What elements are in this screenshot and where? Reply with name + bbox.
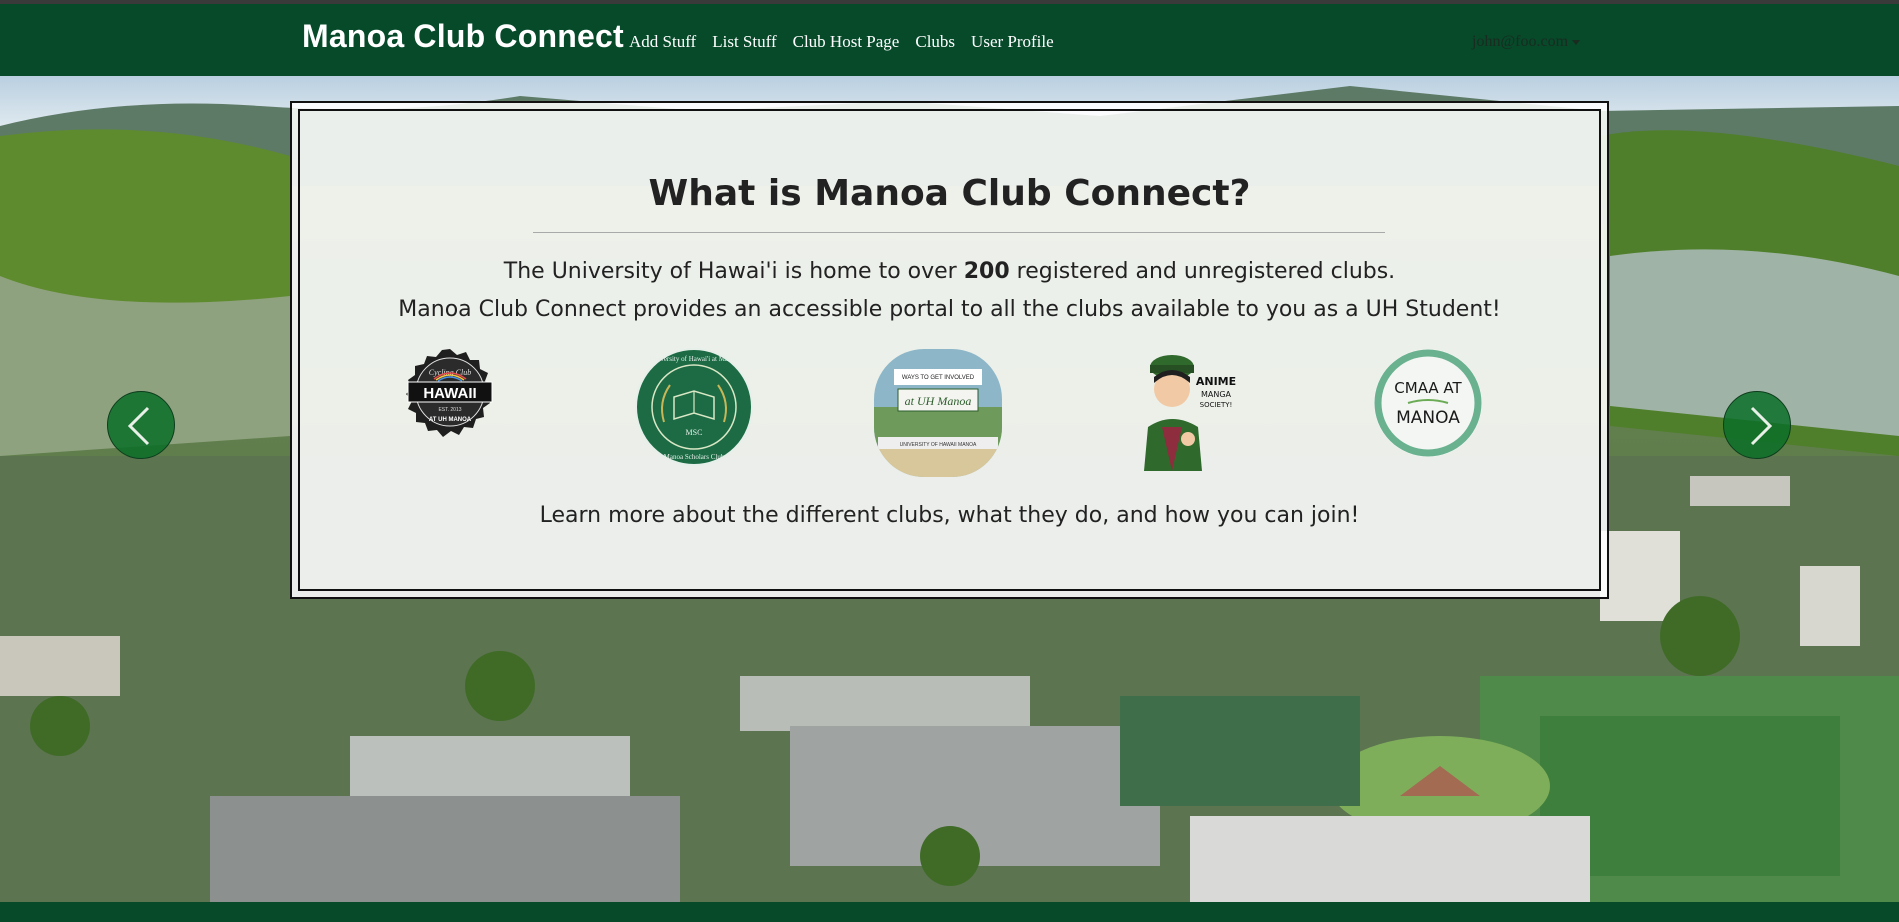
carousel-next-button[interactable]	[1723, 391, 1791, 459]
svg-text:EST. 2013: EST. 2013	[438, 407, 461, 413]
nav-clubs[interactable]: Clubs	[915, 32, 955, 52]
nav-add-stuff[interactable]: Add Stuff	[629, 32, 696, 52]
svg-text:HAWAII: HAWAII	[423, 385, 476, 402]
svg-text:MSC: MSC	[686, 428, 703, 437]
nav-links: Add Stuff List Stuff Club Host Page Club…	[629, 32, 1054, 52]
svg-text:Manoa Scholars Club: Manoa Scholars Club	[664, 453, 725, 461]
cmaa-at-manoa-logo[interactable]: CMAA AT MANOA	[1372, 347, 1484, 459]
learn-more-text: Learn more about the different clubs, wh…	[539, 503, 1360, 528]
chevron-left-icon	[127, 406, 150, 446]
intro-line-2: Manoa Club Connect provides an accessibl…	[398, 297, 1501, 322]
club-logos-row: HAWAII Cycling Club EST. 2013 AT UH MANO…	[300, 347, 1599, 487]
intro-text-start: The University of Hawai'i is home to ove…	[503, 259, 964, 284]
user-email: john@foo.com	[1472, 33, 1569, 50]
nav-user-profile[interactable]: User Profile	[971, 32, 1054, 52]
svg-text:ANIME: ANIME	[1196, 375, 1236, 388]
caret-down-icon	[1572, 39, 1581, 45]
footer-bar	[0, 902, 1899, 922]
brand-link[interactable]: Manoa Club Connect	[302, 18, 624, 55]
top-navbar: Manoa Club Connect Add Stuff List Stuff …	[0, 4, 1899, 76]
nav-list-stuff[interactable]: List Stuff	[712, 32, 776, 52]
info-box: What is Manoa Club Connect? The Universi…	[290, 101, 1609, 599]
svg-text:MANOA: MANOA	[1396, 408, 1460, 428]
anime-manga-society-logo[interactable]: ANIME MANGA SOCIETY!	[1124, 347, 1244, 471]
chevron-right-icon	[1750, 406, 1773, 446]
svg-text:UNIVERSITY OF HAWAII MANOA: UNIVERSITY OF HAWAII MANOA	[900, 442, 977, 448]
manoa-scholars-club-logo[interactable]: MSC University of Hawai'i at Manoa Manoa…	[634, 347, 754, 467]
ways-to-get-involved-logo[interactable]: UNIVERSITY OF HAWAII MANOA WAYS TO GET I…	[872, 347, 1004, 479]
nav-club-host-page[interactable]: Club Host Page	[793, 32, 900, 52]
svg-text:at UH Manoa: at UH Manoa	[905, 394, 972, 408]
user-dropdown[interactable]: john@foo.com	[1472, 33, 1581, 51]
svg-text:University of Hawai'i at Manoa: University of Hawai'i at Manoa	[650, 355, 739, 363]
title-divider	[533, 232, 1385, 233]
intro-text-end: registered and unregistered clubs.	[1009, 259, 1396, 284]
svg-text:SOCIETY!: SOCIETY!	[1200, 401, 1233, 409]
club-count: 200	[963, 259, 1010, 284]
svg-text:MANGA: MANGA	[1201, 390, 1232, 399]
cycling-club-logo[interactable]: HAWAII Cycling Club EST. 2013 AT UH MANO…	[394, 347, 506, 447]
svg-text:CMAA AT: CMAA AT	[1394, 379, 1462, 397]
info-box-inner-frame: What is Manoa Club Connect? The Universi…	[298, 109, 1601, 591]
intro-line-1: The University of Hawai'i is home to ove…	[300, 259, 1599, 284]
carousel-prev-button[interactable]	[107, 391, 175, 459]
svg-text:WAYS TO GET INVOLVED: WAYS TO GET INVOLVED	[902, 375, 975, 381]
svg-text:AT UH MANOA: AT UH MANOA	[429, 417, 472, 423]
page-title: What is Manoa Club Connect?	[648, 173, 1251, 214]
